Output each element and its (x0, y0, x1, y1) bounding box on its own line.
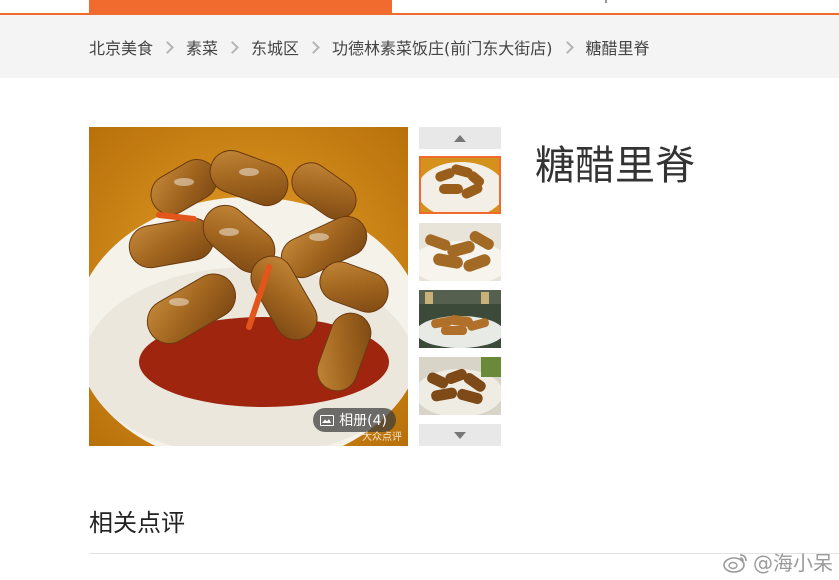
album-label: 相册(4) (339, 413, 387, 429)
thumbnail-2[interactable] (419, 223, 501, 281)
weibo-handle: @海小呆 (753, 551, 833, 575)
thumbnail-image (419, 357, 501, 415)
weibo-logo-icon (723, 553, 747, 573)
breadcrumb-link-category[interactable]: 素菜 (186, 35, 218, 59)
breadcrumb-link-restaurant[interactable]: 功德林素菜饭庄(前门东大街店) (332, 35, 553, 59)
breadcrumb-current: 糖醋里脊 (585, 39, 650, 58)
dish-photo-image (89, 127, 408, 446)
triangle-down-icon (454, 431, 466, 439)
chevron-right-icon (226, 40, 239, 54)
breadcrumb-link-district[interactable]: 东城区 (251, 35, 299, 59)
related-reviews-heading: 相关点评 (89, 509, 185, 537)
thumbs-scroll-down-button[interactable] (419, 424, 501, 446)
chevron-right-icon (161, 40, 174, 54)
dish-title: 糖醋里脊 (535, 143, 695, 189)
top-nav-bar (0, 0, 839, 15)
image-icon (320, 414, 335, 426)
main-dish-photo[interactable]: 相册(4) 大众点评 (89, 127, 408, 446)
breadcrumb-link-city-food[interactable]: 北京美食 (89, 35, 153, 59)
thumbs-scroll-up-button[interactable] (419, 127, 501, 149)
chevron-right-icon (560, 40, 574, 54)
thumbnail-image (421, 158, 499, 212)
thumbnail-image (419, 290, 501, 348)
breadcrumb: 北京美食 素菜 东城区 功德林素菜饭庄(前门东大街店) 糖醋里脊 (89, 35, 650, 59)
triangle-up-icon (454, 134, 466, 142)
thumbnail-strip (419, 127, 501, 446)
chevron-right-icon (307, 40, 320, 54)
thumbnail-image (419, 223, 501, 281)
breadcrumb-bar: 北京美食 素菜 东城区 功德林素菜饭庄(前门东大街店) 糖醋里脊 (0, 15, 839, 78)
thumbnail-4[interactable] (419, 357, 501, 415)
weibo-watermark: @海小呆 (723, 547, 833, 576)
thumbnail-3[interactable] (419, 290, 501, 348)
thumbnail-1[interactable] (419, 156, 501, 214)
nav-divider (605, 0, 607, 3)
nav-tab-active[interactable] (89, 0, 392, 13)
photo-watermark: 大众点评 (362, 432, 402, 443)
